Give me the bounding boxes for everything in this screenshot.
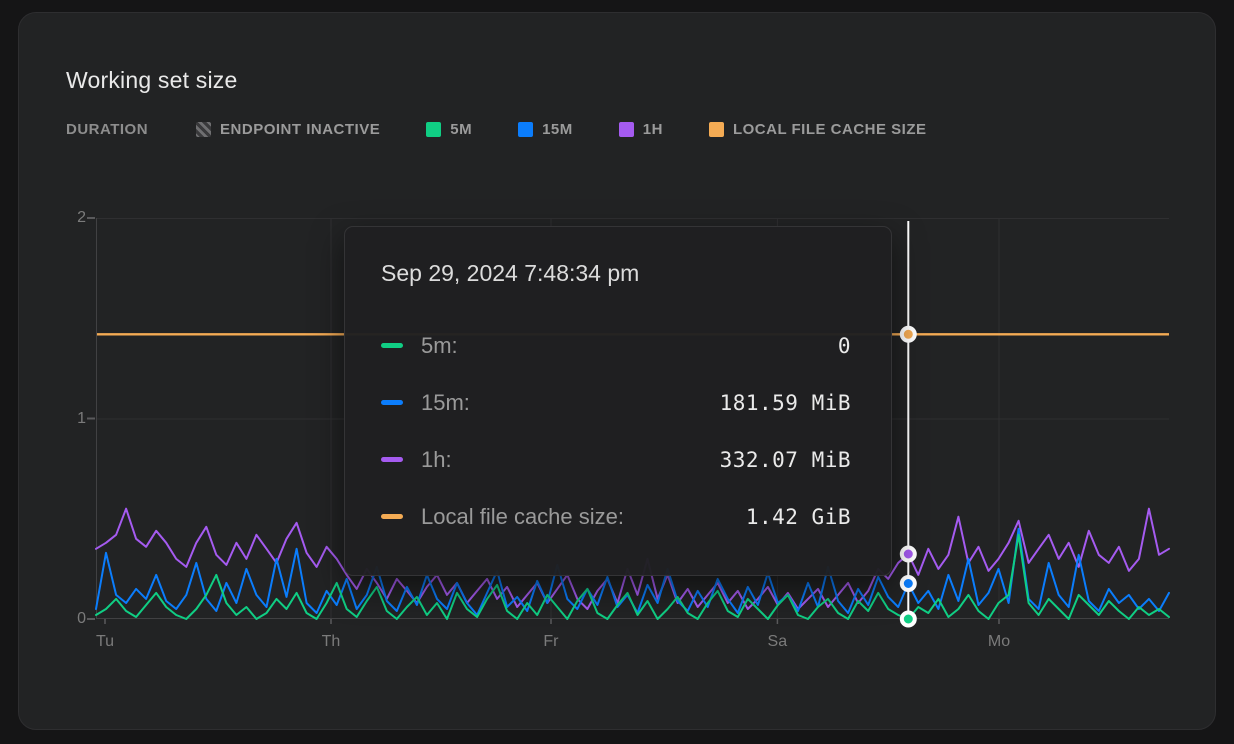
legend-item-label: LOCAL FILE CACHE SIZE: [733, 121, 927, 138]
page-root: { "card": { "title": "Working set size" …: [0, 0, 1234, 744]
legend-item-5m[interactable]: 5M: [426, 121, 472, 138]
tooltip-row-label: 1h:: [421, 447, 452, 473]
y-axis-label-2: 2: [56, 208, 86, 228]
x-axis-label-Mo: Mo: [969, 632, 1029, 652]
tooltip-row-label: Local file cache size:: [421, 504, 624, 530]
legend-swatch-local-file-cache-size: [709, 122, 724, 137]
x-axis-label-Tu: Tu: [75, 632, 135, 652]
tooltip-row-value: 181.59 MiB: [720, 391, 851, 415]
y-axis-label-1: 1: [56, 409, 86, 429]
legend-swatch-15m: [518, 122, 533, 137]
tooltip-row-value: 1.42 GiB: [746, 505, 851, 529]
tooltip-row-label: 15m:: [421, 390, 470, 416]
series-color-dash-local-file-cache-size: [381, 514, 403, 519]
legend-item-1h[interactable]: 1H: [619, 121, 663, 138]
series-color-dash-5m: [381, 343, 403, 348]
legend-swatch-5m: [426, 122, 441, 137]
legend-swatch-1h: [619, 122, 634, 137]
tooltip-timestamp: Sep 29, 2024 7:48:34 pm: [381, 260, 851, 287]
chart-legend: DURATION ENDPOINT INACTIVE 5M 15M 1H LOC…: [66, 121, 973, 138]
crosshair-point-15m: [902, 577, 915, 590]
crosshair-point-cache: [902, 328, 915, 341]
legend-item-label: 1H: [643, 121, 663, 138]
chart-tooltip: Sep 29, 2024 7:48:34 pm 5m: 0 15m: 181.5…: [344, 226, 892, 576]
legend-item-label: ENDPOINT INACTIVE: [220, 121, 380, 138]
tooltip-row-local-file-cache-size: Local file cache size: 1.42 GiB: [345, 488, 891, 545]
tooltip-row-value: 0: [838, 334, 851, 358]
tooltip-row-label: 5m:: [421, 333, 458, 359]
tooltip-row-1h: 1h: 332.07 MiB: [345, 431, 891, 488]
legend-duration-label: DURATION: [66, 121, 148, 138]
legend-item-label: 15M: [542, 121, 573, 138]
tooltip-row-15m: 15m: 181.59 MiB: [345, 374, 891, 431]
y-axis-label-0: 0: [56, 609, 86, 629]
chart-title: Working set size: [66, 67, 238, 94]
legend-item-endpoint-inactive[interactable]: ENDPOINT INACTIVE: [196, 121, 380, 138]
chart-card: Working set size DURATION ENDPOINT INACT…: [18, 12, 1216, 730]
x-axis-label-Fr: Fr: [521, 632, 581, 652]
tooltip-row-5m: 5m: 0: [345, 317, 891, 374]
legend-item-15m[interactable]: 15M: [518, 121, 573, 138]
tooltip-row-value: 332.07 MiB: [720, 448, 851, 472]
crosshair-point-5m: [902, 613, 915, 626]
crosshair-point-1h: [902, 548, 915, 561]
legend-item-local-file-cache-size[interactable]: LOCAL FILE CACHE SIZE: [709, 121, 927, 138]
series-color-dash-15m: [381, 400, 403, 405]
x-axis-label-Th: Th: [301, 632, 361, 652]
tooltip-rows: 5m: 0 15m: 181.59 MiB 1h: 332.07 MiB Loc…: [345, 317, 891, 545]
endpoint-inactive-hatch-icon: [196, 122, 211, 137]
legend-item-label: 5M: [450, 121, 472, 138]
x-axis-label-Sa: Sa: [747, 632, 807, 652]
series-color-dash-1h: [381, 457, 403, 462]
